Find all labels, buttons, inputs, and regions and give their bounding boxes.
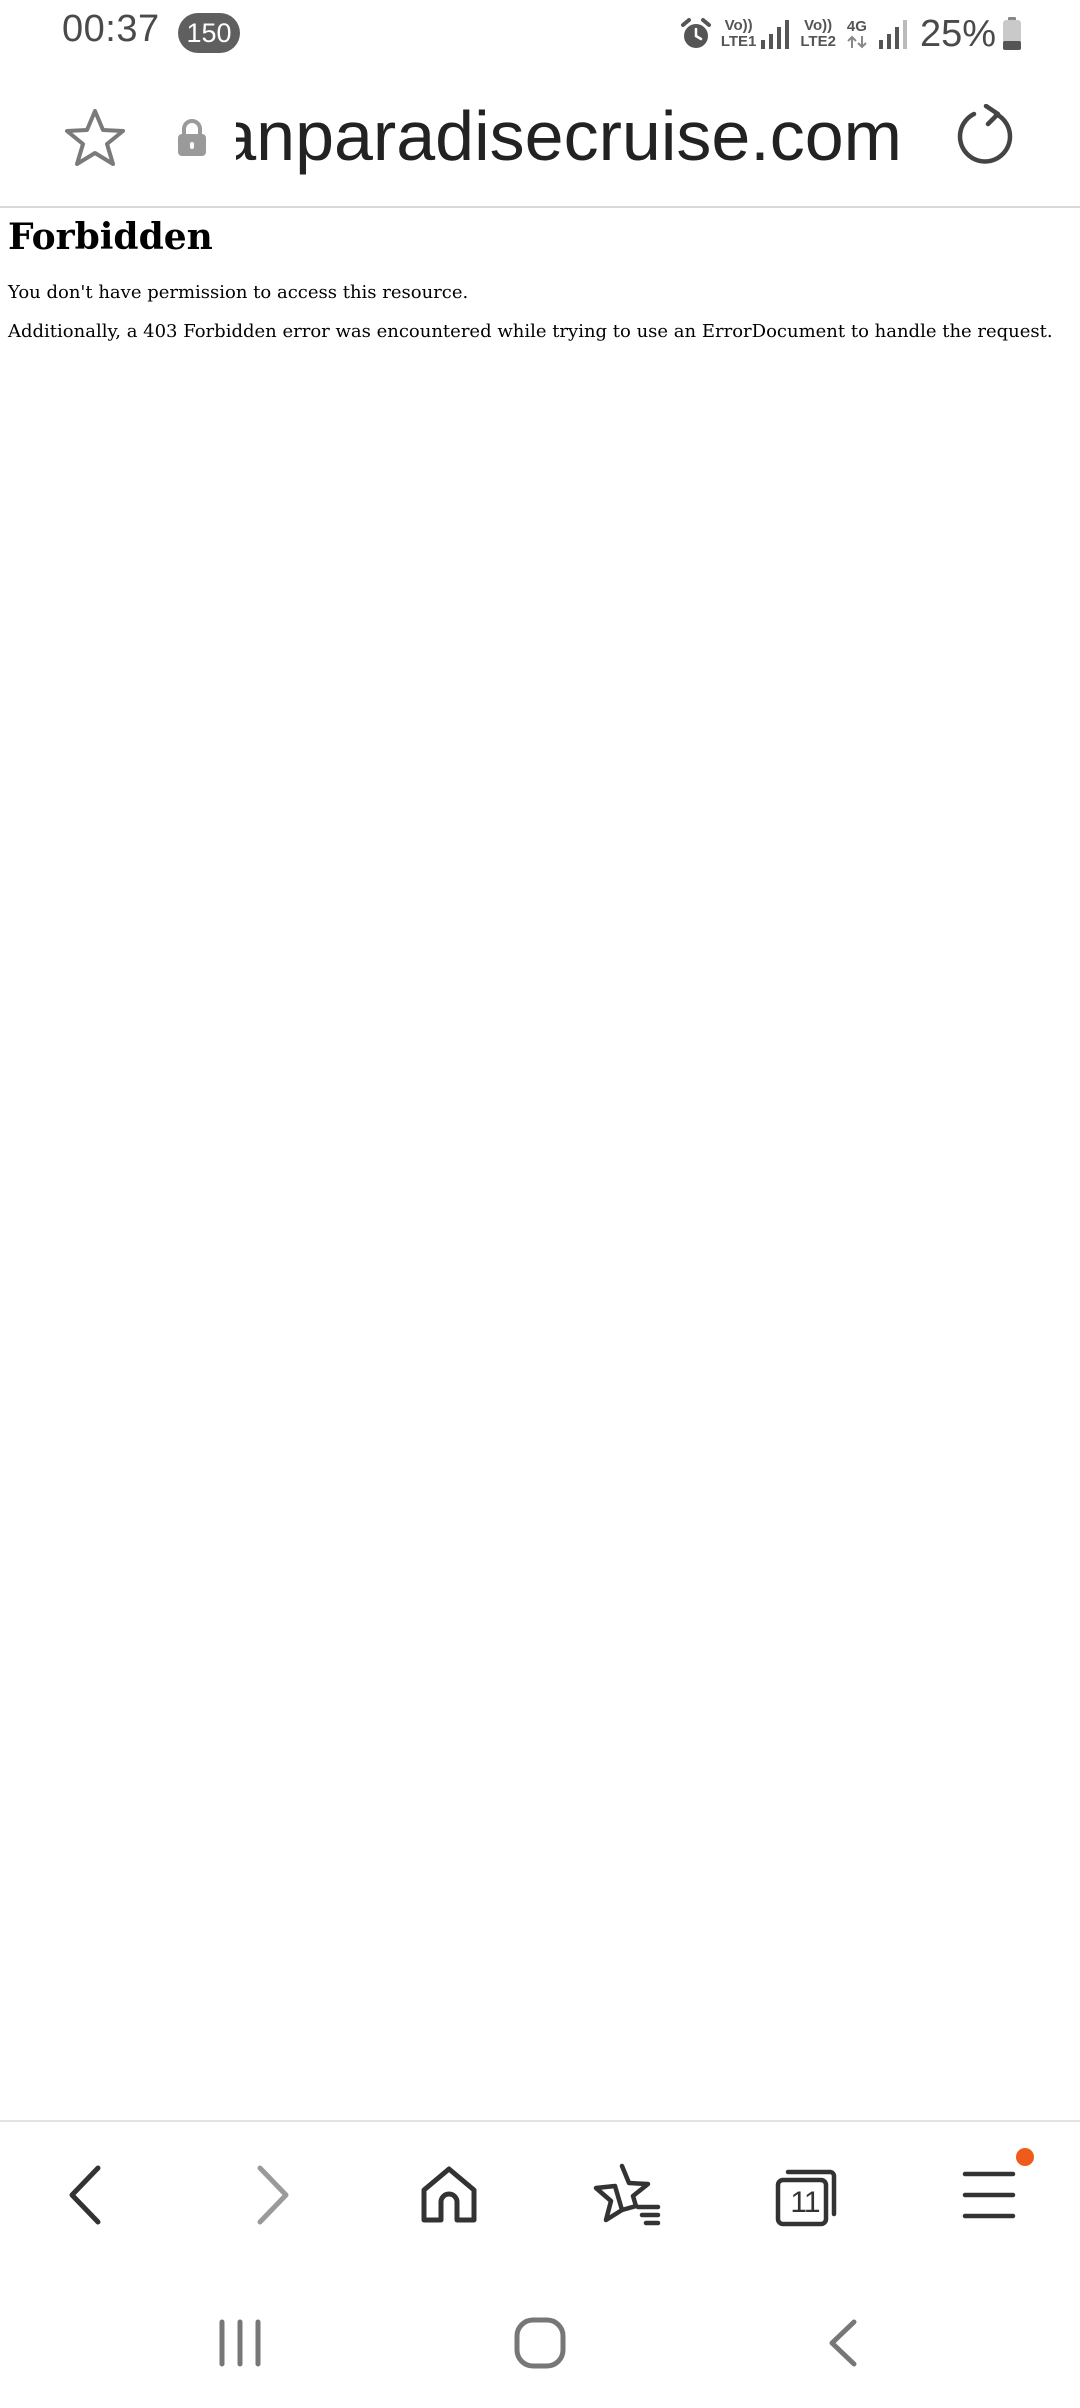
battery-percent: 25% <box>919 12 996 55</box>
recents-icon <box>219 2319 261 2367</box>
sim2-lte: LTE2 <box>800 33 836 50</box>
url-bar: anparadisecruise.com <box>0 66 1080 208</box>
sim2-volte: Vo)) <box>804 17 833 34</box>
menu-icon <box>962 2171 1016 2219</box>
error-detail: Additionally, a 403 Forbidden error was … <box>8 321 1053 342</box>
sim1-volte: Vo)) <box>724 17 753 34</box>
reload-icon <box>957 103 1013 164</box>
home-icon <box>514 2317 566 2369</box>
status-icons: Vo)) LTE1 Vo)) LTE2 4G 25% <box>679 12 1022 56</box>
menu-button[interactable] <box>955 2160 1025 2230</box>
back-icon <box>829 2319 857 2367</box>
error-message: You don't have permission to access this… <box>8 282 469 303</box>
home-button[interactable] <box>414 2160 484 2230</box>
page-title: Forbidden <box>8 216 213 258</box>
system-nav-bar <box>0 2268 1080 2408</box>
lock-icon[interactable] <box>174 118 210 158</box>
system-back-button[interactable] <box>808 2308 878 2378</box>
status-time: 00:37 <box>62 8 160 50</box>
signal-icon <box>878 18 908 50</box>
recents-button[interactable] <box>205 2308 275 2378</box>
back-button[interactable] <box>52 2160 122 2230</box>
bookmarks-button[interactable] <box>592 2160 662 2230</box>
battery-icon <box>1002 17 1022 51</box>
alarm-icon <box>679 17 713 51</box>
signal-icon <box>760 18 790 50</box>
page-content: Forbidden You don't have permission to a… <box>0 208 1080 2118</box>
reload-button[interactable] <box>952 103 1018 170</box>
status-bar: 00:37 150 Vo)) LTE1 Vo)) LTE2 4G 25% <box>0 0 1080 66</box>
tab-count: 11 <box>790 2186 820 2219</box>
sim1-lte: LTE1 <box>720 33 757 50</box>
forward-icon <box>257 2165 289 2225</box>
system-home-button[interactable] <box>505 2308 575 2378</box>
data-type-label: 4G <box>846 19 868 49</box>
data-type: 4G <box>846 18 867 35</box>
data-arrows-icon <box>846 35 868 49</box>
star-icon <box>65 109 125 166</box>
bookmarks-icon <box>593 2163 661 2226</box>
back-icon <box>69 2165 101 2225</box>
sim1-label: Vo)) LTE1 <box>721 18 757 50</box>
url-field[interactable]: anparadisecruise.com <box>236 96 916 176</box>
sim2-label: Vo)) LTE2 <box>800 18 836 50</box>
url-text: anparadisecruise.com <box>236 97 902 175</box>
bookmark-star-button[interactable] <box>62 106 128 172</box>
browser-toolbar: 11 <box>0 2120 1080 2268</box>
notification-count-badge: 150 <box>178 13 240 53</box>
tabs-button[interactable]: 11 <box>772 2160 842 2230</box>
forward-button[interactable] <box>236 2160 306 2230</box>
menu-notification-dot <box>1016 2148 1034 2166</box>
home-icon <box>421 2166 477 2223</box>
